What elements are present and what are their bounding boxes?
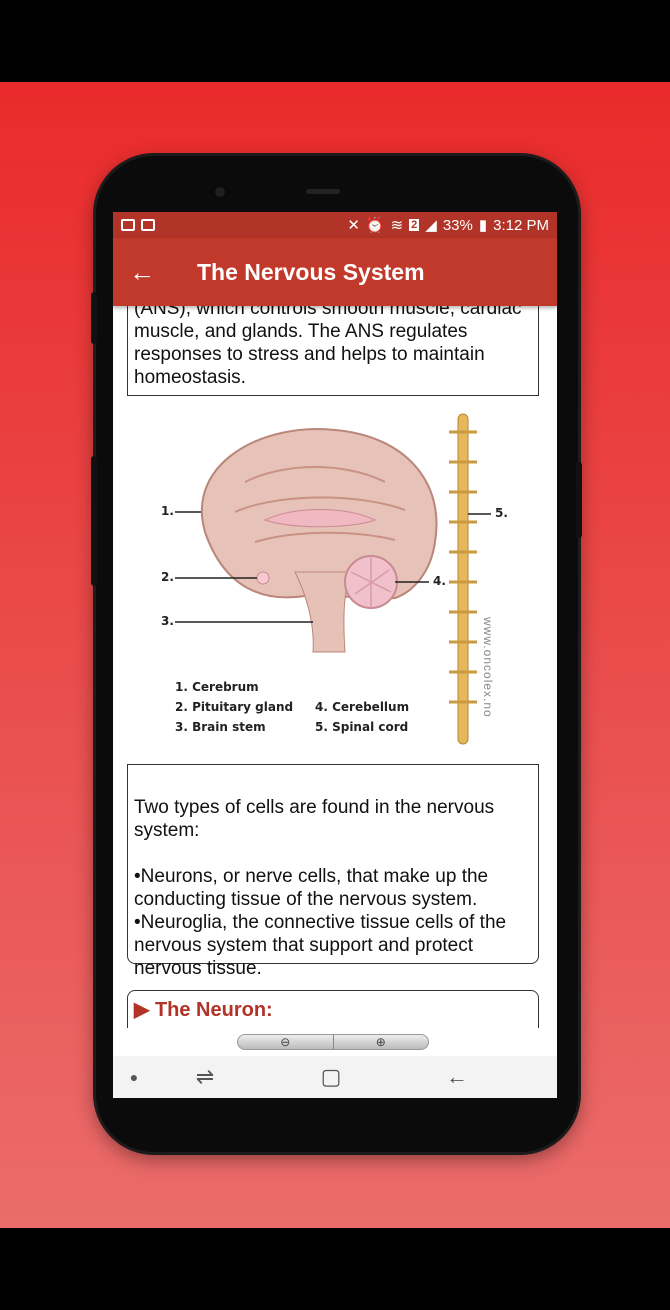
status-bar: ✕ ⏰ ≋ 2 ◢ 33% ▮ 3:12 PM bbox=[113, 212, 557, 238]
callout-1: 1. bbox=[161, 504, 174, 518]
callout-3: 3. bbox=[161, 614, 174, 628]
ans-text: (ANS), which controls smooth muscle, car… bbox=[134, 306, 522, 388]
alarm-icon: ⏰ bbox=[365, 217, 385, 234]
back-icon[interactable]: ← bbox=[435, 1056, 479, 1098]
app-bar: ← The Nervous System bbox=[113, 238, 557, 306]
legend-cerebellum: 4. Cerebellum bbox=[315, 700, 410, 714]
zoom-out-icon[interactable]: ⊖ bbox=[238, 1035, 334, 1049]
phone-screen: ✕ ⏰ ≋ 2 ◢ 33% ▮ 3:12 PM ← The Nervous Sy… bbox=[113, 212, 557, 1098]
callout-4: 4. bbox=[433, 574, 446, 588]
legend-pituitary: 2. Pituitary gland bbox=[175, 700, 294, 714]
neuron-heading: ▶ The Neuron: bbox=[134, 999, 273, 1021]
cells-text: Two types of cells are found in the nerv… bbox=[134, 797, 507, 979]
signal-icon: ◢ bbox=[425, 217, 437, 234]
sim-badge: 2 bbox=[409, 219, 420, 231]
notification-icon bbox=[141, 219, 155, 231]
legend-cerebrum: 1. Cerebrum bbox=[175, 680, 259, 694]
watermark: www.oncolex.no bbox=[481, 617, 495, 718]
zoom-controls: ⊖ ⊕ bbox=[237, 1034, 429, 1050]
page-title: The Nervous System bbox=[197, 258, 425, 285]
neuron-section[interactable]: ▶ The Neuron: bbox=[127, 990, 539, 1028]
nervous-system-diagram: 1. 2. 3. 4. 5. 1. Cerebrum 2. Pituitary … bbox=[145, 402, 523, 758]
battery-percent: 33% bbox=[442, 216, 473, 234]
bottom-letterbox bbox=[0, 1228, 670, 1310]
legend-spinal-cord: 5. Spinal cord bbox=[315, 720, 409, 734]
home-icon[interactable]: ▢ bbox=[309, 1056, 353, 1098]
gallery-icon bbox=[121, 219, 135, 231]
volume-button bbox=[91, 292, 97, 344]
android-nav-bar: ● ⇌ ▢ ← bbox=[113, 1056, 557, 1098]
battery-icon: ▮ bbox=[478, 217, 488, 234]
power-button bbox=[576, 462, 582, 538]
recents-icon[interactable]: ⇌ bbox=[183, 1056, 227, 1098]
zoom-in-icon[interactable]: ⊕ bbox=[334, 1035, 429, 1049]
bixby-button bbox=[91, 456, 97, 586]
dot-icon[interactable]: ● bbox=[119, 1056, 149, 1098]
ans-text-box: (ANS), which controls smooth muscle, car… bbox=[127, 306, 539, 396]
status-time: 3:12 PM bbox=[493, 216, 549, 234]
wifi-icon: ≋ bbox=[390, 217, 404, 234]
article-scroll[interactable]: (ANS), which controls smooth muscle, car… bbox=[113, 306, 557, 1028]
callout-5: 5. bbox=[495, 506, 508, 520]
mute-icon: ✕ bbox=[347, 217, 360, 234]
legend-brainstem: 3. Brain stem bbox=[175, 720, 266, 734]
callout-2: 2. bbox=[161, 570, 174, 584]
earpiece-speaker bbox=[306, 189, 340, 194]
cells-text-box: Two types of cells are found in the nerv… bbox=[127, 764, 539, 979]
front-camera bbox=[212, 184, 228, 200]
arrow-left-icon[interactable]: ← bbox=[113, 238, 171, 306]
top-letterbox bbox=[0, 0, 670, 82]
